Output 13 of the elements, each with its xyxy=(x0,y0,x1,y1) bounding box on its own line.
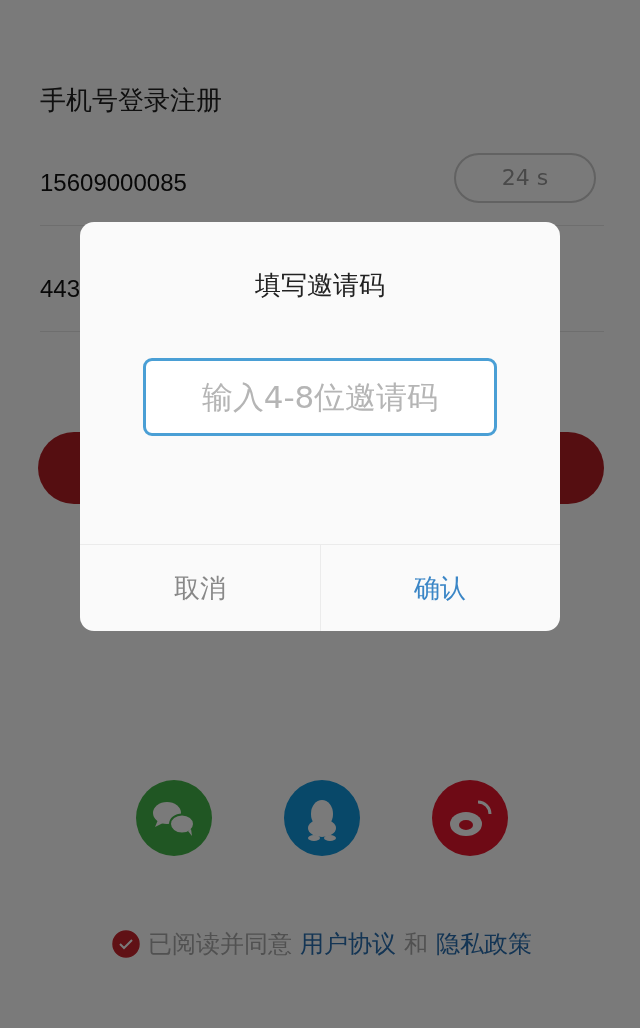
dialog-title: 填写邀请码 xyxy=(255,269,385,302)
privacy-policy-link[interactable]: 隐私政策 xyxy=(436,928,532,960)
phone-field[interactable]: 15609000085 xyxy=(40,148,187,197)
checkbox[interactable] xyxy=(112,930,140,958)
cancel-button[interactable]: 取消 xyxy=(80,545,320,631)
invite-code-field[interactable]: 输入4-8位邀请码 xyxy=(143,358,497,436)
confirm-button[interactable]: 确认 xyxy=(319,545,560,631)
user-agreement-link[interactable]: 用户协议 xyxy=(300,928,396,960)
eye-icon[interactable] xyxy=(432,780,508,856)
chat-bubbles-icon[interactable] xyxy=(136,780,212,856)
penguin-icon[interactable] xyxy=(284,780,360,856)
code-field[interactable]: 443 xyxy=(40,254,81,303)
page-title: 手机号登录注册 xyxy=(40,84,223,117)
